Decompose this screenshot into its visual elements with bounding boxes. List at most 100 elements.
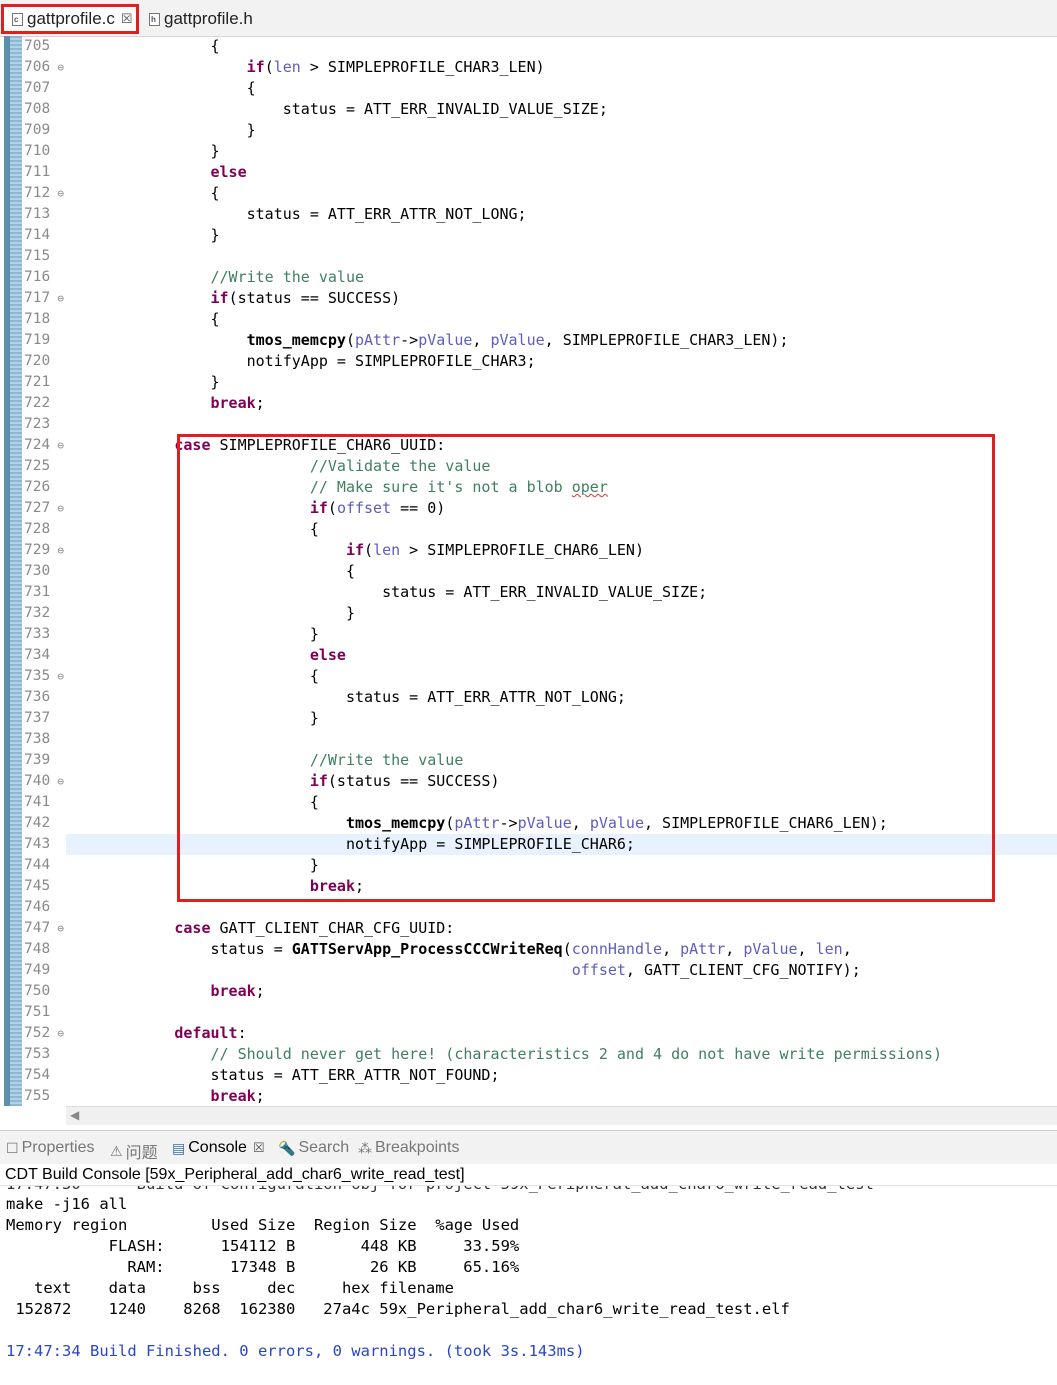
code-line[interactable]: //Write the value [66, 267, 1057, 288]
tab-breakpoints[interactable]: ⁂ Breakpoints [358, 1139, 460, 1157]
code-editor[interactable]: { if(len > SIMPLEPROFILE_CHAR3_LEN) { st… [66, 36, 1057, 1107]
code-line[interactable]: break; [66, 393, 1057, 414]
code-line[interactable]: } [66, 372, 1057, 393]
code-line[interactable]: if(status == SUCCESS) [66, 288, 1057, 309]
code-line[interactable] [66, 1002, 1057, 1023]
line-number: 726 [24, 479, 51, 495]
console-line: FLASH: 154112 B 448 KB 33.59% [6, 1237, 520, 1255]
code-line[interactable]: if(offset == 0) [66, 498, 1057, 519]
fold-toggle-icon[interactable]: ⊖ [57, 288, 64, 309]
code-line[interactable]: { [66, 309, 1057, 330]
code-line[interactable]: if(len > SIMPLEPROFILE_CHAR6_LEN) [66, 540, 1057, 561]
code-line[interactable]: break; [66, 1086, 1057, 1107]
code-line[interactable]: case SIMPLEPROFILE_CHAR6_UUID: [66, 435, 1057, 456]
line-number: 722 [24, 395, 51, 411]
code-line[interactable]: // Make sure it's not a blob oper [66, 477, 1057, 498]
code-line[interactable]: notifyApp = SIMPLEPROFILE_CHAR3; [66, 351, 1057, 372]
search-icon: 🔦 [278, 1139, 296, 1156]
console-line-clipped: 17:47:30 **** Build of configuration obj… [6, 1186, 874, 1195]
code-line[interactable]: } [66, 624, 1057, 645]
fold-toggle-icon[interactable]: ⊖ [57, 771, 64, 792]
code-line[interactable]: //Validate the value [66, 456, 1057, 477]
code-line[interactable] [66, 246, 1057, 267]
code-line[interactable]: } [66, 141, 1057, 162]
code-line[interactable]: break; [66, 981, 1057, 1002]
fold-toggle-icon[interactable]: ⊖ [57, 918, 64, 939]
close-icon[interactable]: ☒ [253, 1140, 265, 1156]
tab-properties[interactable]: ☐ Properties [6, 1139, 94, 1157]
line-number: 730 [24, 563, 51, 579]
code-line[interactable]: status = ATT_ERR_ATTR_NOT_FOUND; [66, 1065, 1057, 1086]
code-line[interactable]: default: [66, 1023, 1057, 1044]
code-line[interactable]: } [66, 225, 1057, 246]
line-number: 717 ⊖ [22, 288, 64, 309]
code-line[interactable]: status = GATTServApp_ProcessCCCWriteReq(… [66, 939, 1057, 960]
code-line[interactable]: tmos_memcpy(pAttr->pValue, pValue, SIMPL… [66, 330, 1057, 351]
line-number: 708 [24, 101, 51, 117]
line-number: 707 [24, 80, 51, 96]
code-line[interactable]: status = ATT_ERR_INVALID_VALUE_SIZE; [66, 99, 1057, 120]
code-line[interactable]: else [66, 645, 1057, 666]
code-line[interactable] [66, 414, 1057, 435]
console-title: CDT Build Console [59x_Peripheral_add_ch… [0, 1164, 1057, 1186]
code-line[interactable]: { [66, 78, 1057, 99]
fold-toggle-icon[interactable]: ⊖ [57, 540, 64, 561]
line-number: 723 [24, 416, 51, 432]
code-line[interactable]: case GATT_CLIENT_CHAR_CFG_UUID: [66, 918, 1057, 939]
tab-problems[interactable]: ⚠ 问题 [110, 1139, 158, 1163]
code-line[interactable]: if(len > SIMPLEPROFILE_CHAR3_LEN) [66, 57, 1057, 78]
code-line[interactable] [66, 729, 1057, 750]
code-line[interactable]: if(status == SUCCESS) [66, 771, 1057, 792]
tab-label: gattprofile.c [27, 9, 115, 28]
fold-toggle-icon[interactable]: ⊖ [57, 498, 64, 519]
tab-label: 问题 [125, 1145, 158, 1162]
line-number: 710 [24, 143, 51, 159]
code-line[interactable]: status = ATT_ERR_INVALID_VALUE_SIZE; [66, 582, 1057, 603]
tab-search[interactable]: 🔦 Search [278, 1139, 349, 1157]
fold-toggle-icon[interactable]: ⊖ [57, 666, 64, 687]
code-line[interactable]: //Write the value [66, 750, 1057, 771]
code-line[interactable]: } [66, 708, 1057, 729]
close-icon[interactable]: ☒ [121, 11, 133, 27]
code-line[interactable] [66, 897, 1057, 918]
code-line[interactable]: else [66, 162, 1057, 183]
code-line[interactable]: // Should never get here! (characteristi… [66, 1044, 1057, 1065]
tab-gattprofile-c[interactable]: c gattprofile.c ☒ [1, 4, 139, 34]
view-tab-bar: ☐ Properties ⚠ 问题 ▤ Console ☒ 🔦 Search ⁂… [0, 1130, 1057, 1165]
line-number: 748 [24, 941, 51, 957]
code-line[interactable]: { [66, 519, 1057, 540]
tab-gattprofile-h[interactable]: h gattprofile.h [141, 5, 281, 33]
code-line[interactable]: } [66, 855, 1057, 876]
code-line[interactable]: { [66, 36, 1057, 57]
line-number: 719 [24, 332, 51, 348]
code-line[interactable]: { [66, 183, 1057, 204]
code-line[interactable]: } [66, 120, 1057, 141]
horizontal-scrollbar[interactable]: ◀ [66, 1106, 1057, 1125]
code-line[interactable]: { [66, 666, 1057, 687]
scroll-left-arrow-icon[interactable]: ◀ [70, 1108, 79, 1122]
properties-icon: ☐ [6, 1139, 19, 1156]
fold-toggle-icon[interactable]: ⊖ [57, 183, 64, 204]
fold-toggle-icon[interactable]: ⊖ [57, 1023, 64, 1044]
code-line[interactable]: tmos_memcpy(pAttr->pValue, pValue, SIMPL… [66, 813, 1057, 834]
code-line[interactable]: } [66, 603, 1057, 624]
line-number: 747 ⊖ [22, 918, 64, 939]
line-number: 727 ⊖ [22, 498, 64, 519]
console-output[interactable]: 17:47:30 **** Build of configuration obj… [0, 1186, 1057, 1385]
code-line[interactable]: status = ATT_ERR_ATTR_NOT_LONG; [66, 204, 1057, 225]
code-line[interactable]: status = ATT_ERR_ATTR_NOT_LONG; [66, 687, 1057, 708]
code-line[interactable]: break; [66, 876, 1057, 897]
code-line[interactable]: { [66, 792, 1057, 813]
code-line[interactable]: offset, GATT_CLIENT_CFG_NOTIFY); [66, 960, 1057, 981]
code-line[interactable]: notifyApp = SIMPLEPROFILE_CHAR6; [66, 834, 1057, 855]
fold-toggle-icon[interactable]: ⊖ [57, 435, 64, 456]
line-number: 732 [24, 605, 51, 621]
fold-toggle-icon[interactable]: ⊖ [57, 57, 64, 78]
line-number: 713 [24, 206, 51, 222]
line-number: 752 ⊖ [22, 1023, 64, 1044]
code-line[interactable]: { [66, 561, 1057, 582]
tab-console[interactable]: ▤ Console ☒ [172, 1139, 265, 1157]
console-line: 17:47:34 Build Finished. 0 errors, 0 war… [6, 1342, 585, 1360]
line-number: 725 [24, 458, 51, 474]
line-number: 711 [24, 164, 51, 180]
